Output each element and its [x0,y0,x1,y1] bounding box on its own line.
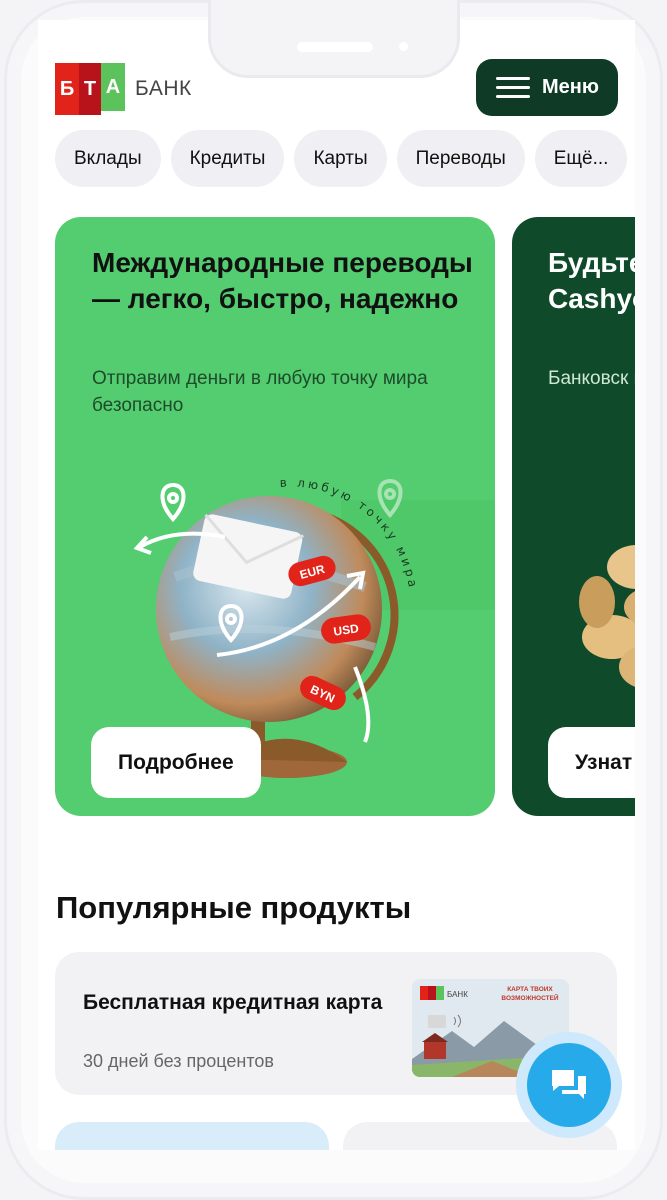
phone-notch [208,0,460,78]
cashew-image [579,545,635,687]
more-details-button[interactable]: Подробнее [91,727,261,798]
banner-title: Международные переводы — легко, быстро, … [92,247,473,314]
logo-letter-2: Т [79,63,101,115]
chip-more[interactable]: Ещё... [534,130,628,187]
logo-letter-1: Б [55,63,79,115]
logo-text: БАНК [135,77,192,100]
logo-letter-3: А [101,63,125,111]
banner-international-transfers[interactable]: в любую точку мира EUR USD BYN Междунаро… [55,217,495,816]
logo-mark: Б Т А [55,63,125,115]
phone-camera [399,42,408,51]
chip-loans[interactable]: Кредиты [170,130,285,187]
banner-subtitle: Отправим деньги в любую точку мира безоп… [92,368,428,416]
product-card-2[interactable] [55,1122,329,1150]
chip-cards[interactable]: Карты [294,130,387,187]
chip-deposits[interactable]: Вклады [55,130,161,187]
product-subtitle: 30 дней без процентов [83,1051,274,1071]
chat-bubbles-icon [552,1070,586,1099]
svg-text:БАНК: БАНК [447,990,468,999]
learn-more-button[interactable]: Узнат [548,727,635,798]
chat-button[interactable] [516,1032,622,1138]
screen: Б Т А БАНК Меню Вклады Кредиты Карты Пер… [38,20,635,1150]
phone-speaker [297,42,373,52]
banner-title: Будьте покупк Cashyo [548,247,635,314]
banner-subtitle: Банковск ваших по [548,368,635,389]
banner-cashyou[interactable]: Будьте покупк Cashyo Банковск ваших по У… [512,217,635,816]
svg-text:ВОЗМОЖНОСТЕЙ: ВОЗМОЖНОСТЕЙ [501,993,559,1002]
hamburger-icon [496,76,530,99]
section-title-popular: Популярные продукты [56,890,412,925]
phone-mockup: Б Т А БАНК Меню Вклады Кредиты Карты Пер… [0,0,667,1200]
chip-transfers[interactable]: Переводы [396,130,525,187]
product-title: Бесплатная кредитная карта [83,991,383,1014]
menu-label: Меню [542,76,599,98]
category-chips: Вклады Кредиты Карты Переводы Ещё... [55,130,628,187]
menu-button[interactable]: Меню [476,59,618,116]
bank-logo[interactable]: Б Т А БАНК [55,63,192,115]
svg-text:КАРТА ТВОИХ: КАРТА ТВОИХ [507,986,553,993]
